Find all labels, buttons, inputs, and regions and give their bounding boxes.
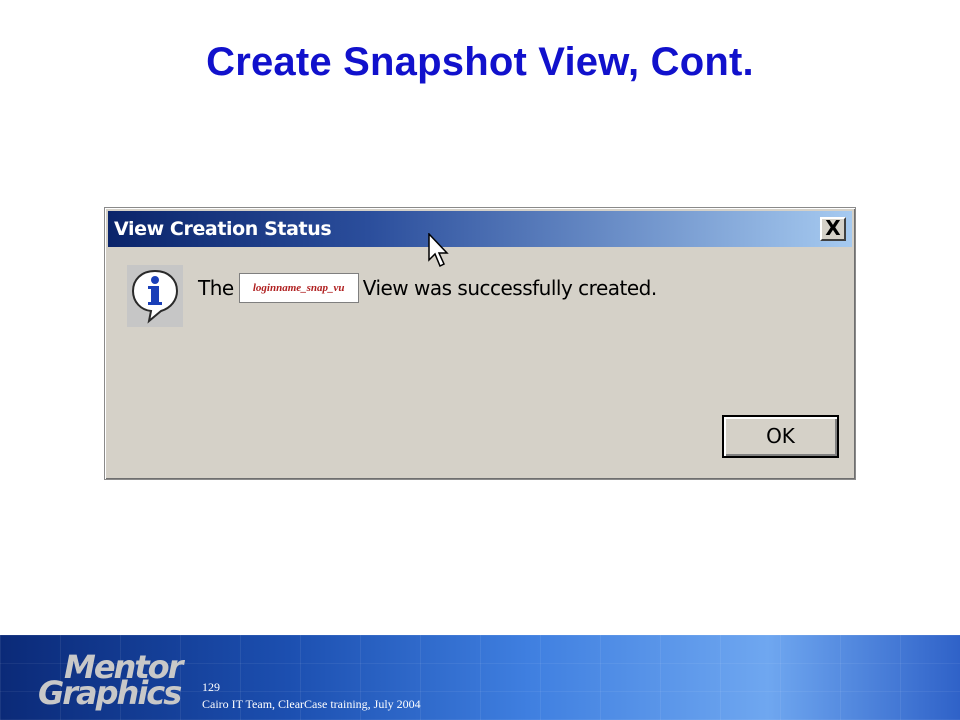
message-suffix: View was successfully created. [362, 276, 658, 300]
slide-title: Create Snapshot View, Cont. [206, 40, 754, 84]
ok-button[interactable]: OK [722, 415, 839, 458]
info-icon [127, 265, 183, 327]
message-prefix: The [198, 276, 234, 300]
close-button[interactable]: X [820, 217, 846, 241]
page-number: 129 [202, 680, 220, 694]
footer-credit: Cairo IT Team, ClearCase training, July … [202, 697, 421, 711]
logo-line-2: Graphics [38, 674, 182, 712]
view-creation-status-dialog: View Creation Status X The loginname_sna… [104, 207, 856, 480]
mentor-graphics-logo: Mentor Graphics [38, 651, 198, 713]
status-message: The loginname_snap_vu View was successfu… [198, 273, 657, 303]
view-name-label: loginname_snap_vu [238, 273, 359, 303]
footer-banner: Mentor Graphics [0, 635, 960, 720]
close-icon: X [825, 216, 841, 240]
dialog-title: View Creation Status [114, 218, 332, 240]
dialog-titlebar[interactable]: View Creation Status X [108, 211, 852, 247]
mouse-pointer-icon [428, 232, 450, 269]
